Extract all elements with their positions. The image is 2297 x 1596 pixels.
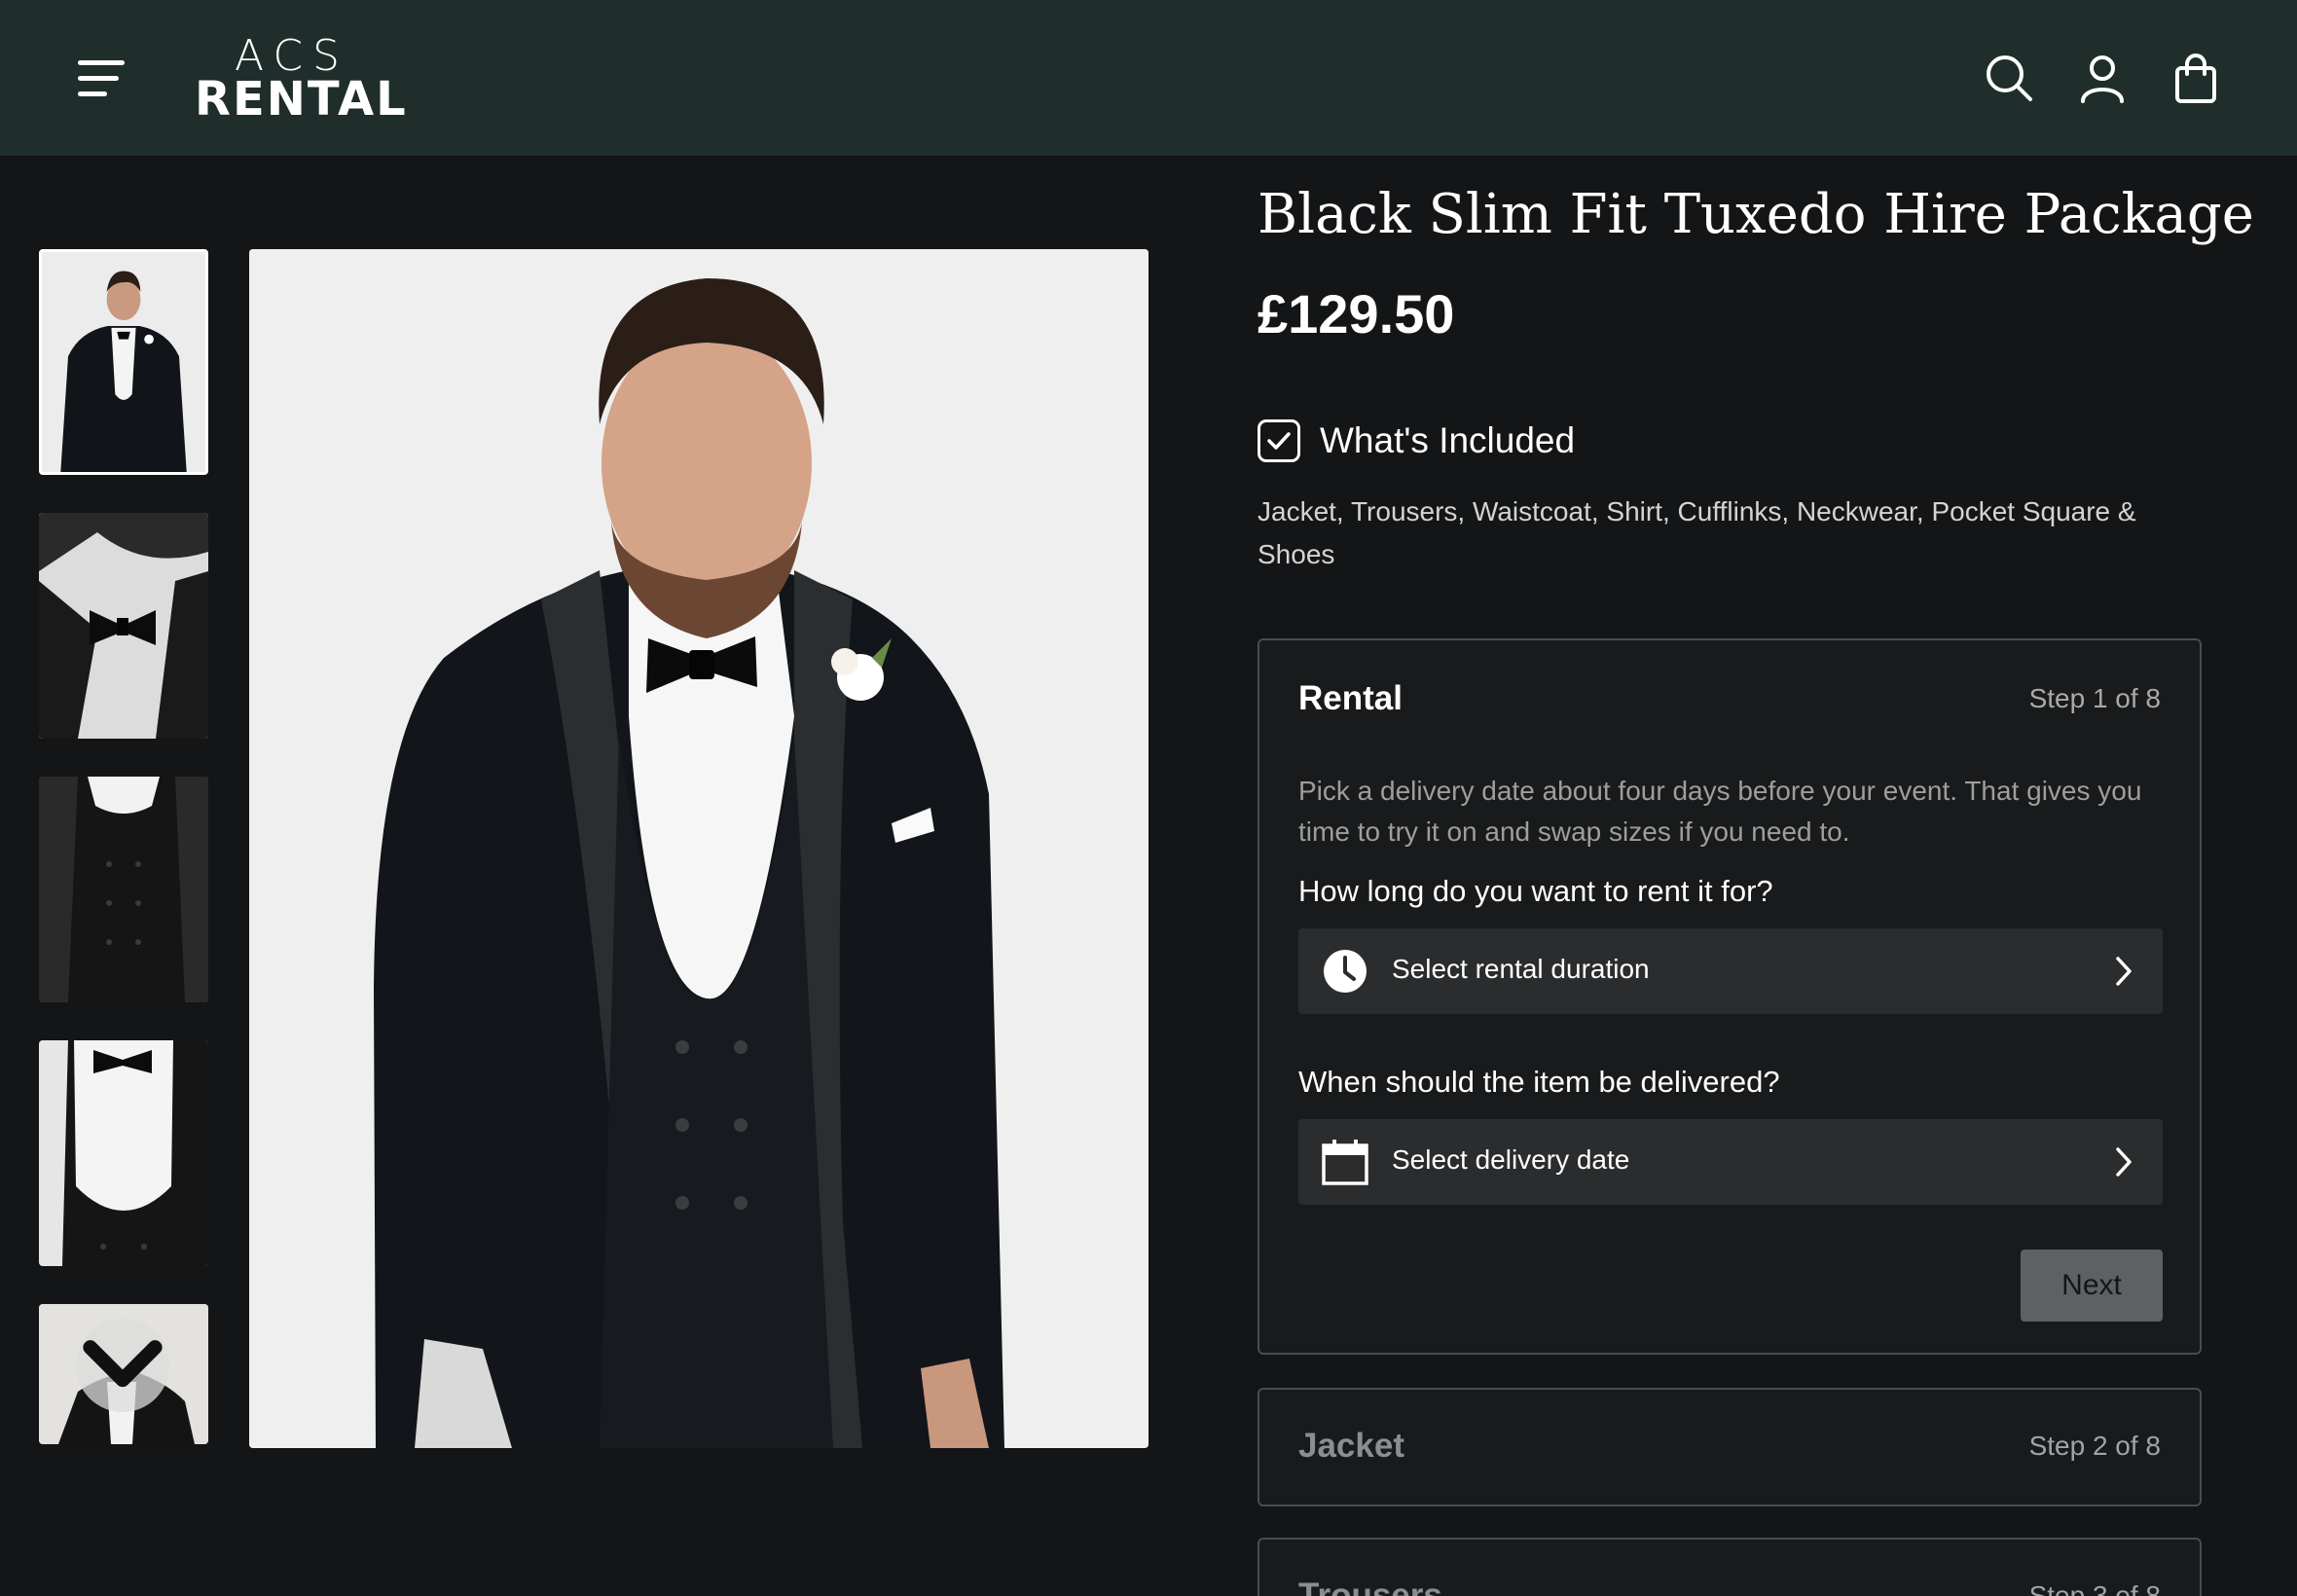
step-title: Jacket <box>1298 1427 1404 1465</box>
thumbnail-5[interactable] <box>39 1304 208 1444</box>
product-title: Black Slim Fit Tuxedo Hire Package <box>1258 183 2254 246</box>
thumbnail-image-bowtie-closeup <box>39 513 208 739</box>
whats-included-heading: What's Included <box>1258 417 1575 465</box>
step-panel-jacket[interactable]: Jacket Step 2 of 8 <box>1258 1388 2202 1506</box>
delivery-date-question: When should the item be delivered? <box>1298 1065 1780 1099</box>
delivery-date-placeholder: Select delivery date <box>1392 1144 1630 1175</box>
delivery-date-selector[interactable]: Select delivery date <box>1298 1119 2163 1205</box>
step-counter: Step 2 of 8 <box>2028 1431 2161 1461</box>
search-icon[interactable] <box>1982 51 2036 105</box>
clock-icon <box>1324 950 1367 993</box>
step-counter: Step 1 of 8 <box>2028 683 2161 713</box>
thumbnail-1[interactable] <box>39 249 208 475</box>
rental-duration-placeholder: Select rental duration <box>1392 954 1650 984</box>
menu-icon[interactable] <box>72 54 130 101</box>
step-title: Trousers <box>1298 1577 1442 1596</box>
thumbnail-3[interactable] <box>39 777 208 1002</box>
thumbnail-2[interactable] <box>39 513 208 739</box>
included-items-text: Jacket, Trousers, Waistcoat, Shirt, Cuff… <box>1258 496 2136 569</box>
chevron-right-icon <box>2116 957 2132 986</box>
shopping-bag-icon[interactable] <box>2169 51 2223 105</box>
main-product-image[interactable] <box>249 249 1148 1448</box>
chevron-right-icon <box>2116 1147 2132 1177</box>
rental-duration-question: How long do you want to rent it for? <box>1298 874 1773 908</box>
thumbnail-image-shirt-front <box>39 1040 208 1266</box>
checkbox-checked-icon <box>1258 419 1300 462</box>
product-page: ACS RENTAL Black Slim Fit Tuxedo Hire Pa… <box>0 0 2297 1596</box>
chevron-down-icon <box>83 1340 163 1388</box>
calendar-icon <box>1322 1140 1368 1185</box>
step-panel-trousers[interactable]: Trousers Step 3 of 8 <box>1258 1538 2202 1596</box>
step-description: Pick a delivery date about four days bef… <box>1298 776 2142 847</box>
thumbnail-image-waistcoat <box>39 777 208 1002</box>
rental-duration-selector[interactable]: Select rental duration <box>1298 928 2163 1014</box>
step-counter: Step 3 of 8 <box>2028 1580 2161 1596</box>
brand-logo[interactable]: ACS RENTAL <box>195 29 408 127</box>
thumbnail-4[interactable] <box>39 1040 208 1266</box>
top-navigation-bar: ACS RENTAL <box>0 0 2297 156</box>
product-price: £129.50 <box>1258 283 1455 345</box>
whats-included-label: What's Included <box>1320 420 1576 460</box>
account-icon[interactable] <box>2075 51 2130 105</box>
step-panel-rental: Rental Step 1 of 8 Pick a delivery date … <box>1258 638 2202 1355</box>
step-title: Rental <box>1298 679 1403 717</box>
tuxedo-model-photo <box>249 249 1148 1448</box>
thumbnail-image-full-suit <box>42 252 205 472</box>
next-button[interactable]: Next <box>2021 1250 2163 1322</box>
logo-rental-text: RENTAL <box>195 72 408 127</box>
scroll-thumbnails-down-button[interactable] <box>76 1319 169 1412</box>
